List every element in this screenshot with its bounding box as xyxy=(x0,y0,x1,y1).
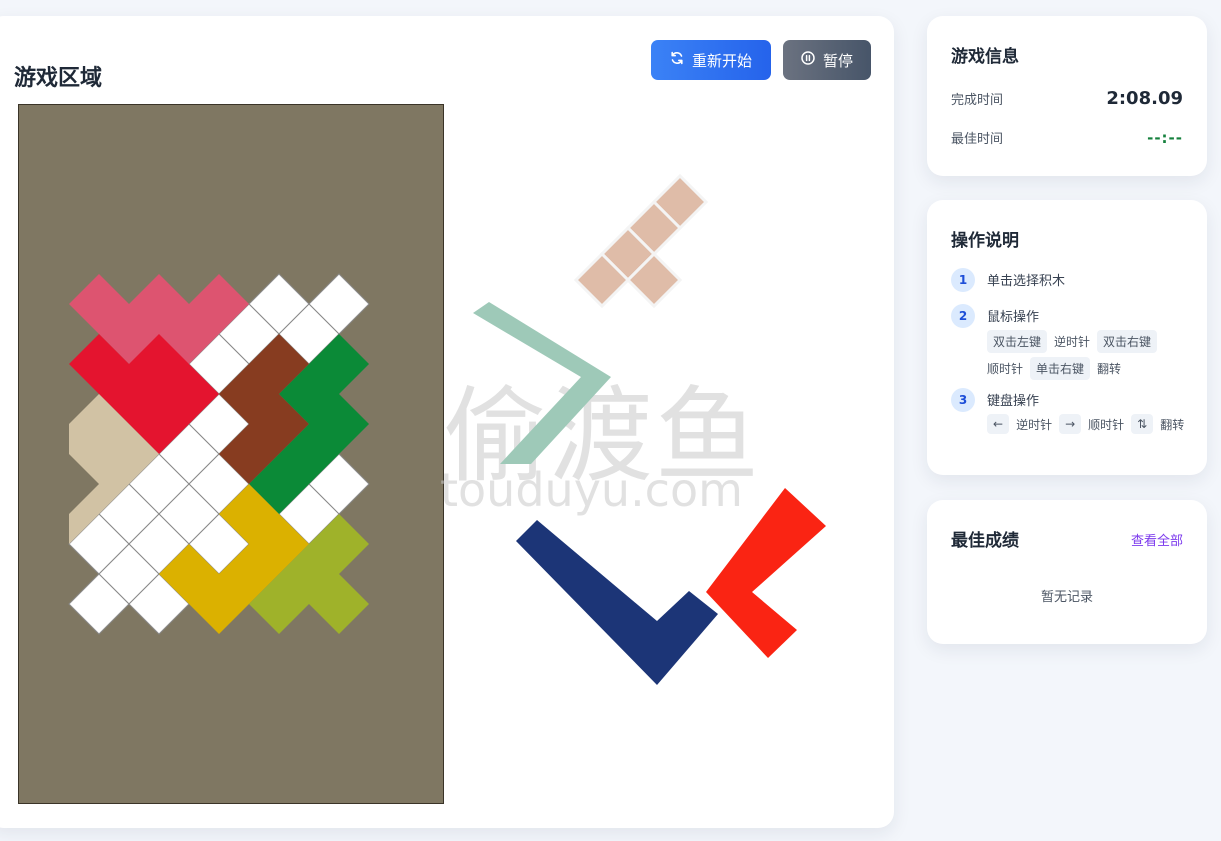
game-info-panel: 游戏信息 完成时间 2:08.09 最佳时间 --:-- xyxy=(927,16,1207,176)
single-right-click-key: 单击右键 xyxy=(1030,357,1091,380)
key-action: 逆时针 xyxy=(1016,417,1053,432)
empty-records-text: 暂无记录 xyxy=(1040,590,1093,605)
key-action: 顺时针 xyxy=(987,362,1024,376)
pause-circle-icon xyxy=(801,51,815,69)
view-all-link[interactable]: 查看全部 xyxy=(1131,530,1183,549)
best-scores-panel: 最佳成绩 查看全部 暂无记录 xyxy=(927,500,1207,644)
orange-red-piece[interactable] xyxy=(706,488,826,658)
key-action: 顺时针 xyxy=(1088,417,1125,432)
key-action: 逆时针 xyxy=(1054,335,1091,349)
game-panel: 游戏区域 重新开始 暂停 偷渡鱼 touduyu.com xyxy=(0,16,894,828)
game-title: 游戏区域 xyxy=(14,66,103,91)
step-text: 键盘操作 xyxy=(987,394,1040,409)
completion-time-row: 完成时间 2:08.09 xyxy=(951,88,1183,109)
key-action: 翻转 xyxy=(1160,417,1185,432)
restart-label: 重新开始 xyxy=(691,51,752,70)
instructions-panel: 操作说明 1 单击选择积木 2 鼠标操作 双击左键 逆时针 双击右键 顺时针 单… xyxy=(927,200,1207,475)
refresh-icon xyxy=(670,51,684,69)
double-left-click-key: 双击左键 xyxy=(987,330,1048,353)
key-action: 翻转 xyxy=(1097,362,1122,376)
restart-button[interactable]: 重新开始 xyxy=(651,40,771,80)
info-title: 游戏信息 xyxy=(951,47,1019,67)
peach-piece[interactable] xyxy=(573,173,709,309)
step-number: 2 xyxy=(951,304,975,328)
best-time-value: --:-- xyxy=(1147,128,1183,147)
step-text: 鼠标操作 xyxy=(987,310,1040,325)
mouse-controls: 双击左键 逆时针 双击右键 顺时针 单击右键 翻转 xyxy=(987,330,1187,380)
step-text: 单击选择积木 xyxy=(987,274,1066,289)
arrow-right-key: → xyxy=(1059,414,1082,434)
scores-title: 最佳成绩 xyxy=(951,531,1019,551)
best-time-label: 最佳时间 xyxy=(951,132,1004,147)
step-number: 3 xyxy=(951,388,975,412)
navy-piece[interactable] xyxy=(516,520,718,685)
pause-button[interactable]: 暂停 xyxy=(783,40,871,80)
arrow-left-key: ← xyxy=(987,414,1010,434)
best-time-row: 最佳时间 --:-- xyxy=(951,128,1183,148)
help-title: 操作说明 xyxy=(951,231,1019,251)
game-board[interactable] xyxy=(18,104,444,804)
arrow-up-down-key: ⇅ xyxy=(1131,414,1154,434)
completion-time-label: 完成时间 xyxy=(951,93,1004,108)
double-right-click-key: 双击右键 xyxy=(1097,330,1158,353)
pause-label: 暂停 xyxy=(822,51,853,70)
step-number: 1 xyxy=(951,268,975,292)
completion-time-value: 2:08.09 xyxy=(1106,88,1183,109)
keyboard-controls: ← 逆时针 → 顺时针 ⇅ 翻转 xyxy=(987,414,1187,434)
mint-piece[interactable] xyxy=(473,302,611,464)
piece-tray xyxy=(442,104,882,802)
